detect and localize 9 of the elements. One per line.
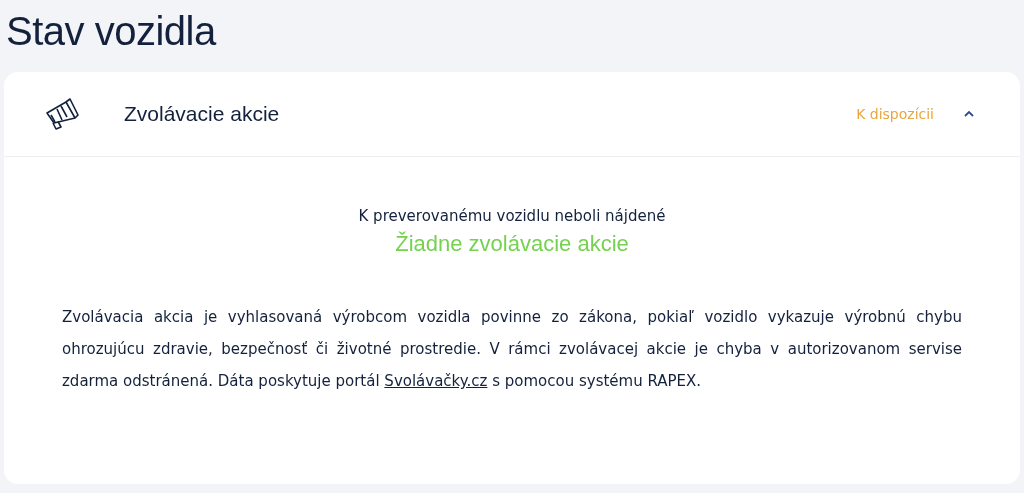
chevron-icon [964, 111, 974, 117]
section-title: Zvolávacie akcie [124, 102, 281, 126]
status-label: K dispozícii [856, 106, 934, 122]
source-link[interactable]: Svolávačky.cz [384, 372, 488, 390]
description-paragraph: Zvolávacia akcia je vyhlasovaná výrobcom vozidla povinne zo zákona, pokiaľ vozidlo vykazuje výrobnú chybu ohrozujúcu zdravie, bezpečnosť či životné prostredie. V rámci zvolávacej akcie je chyba v autorizovanom servise zdarma odstránená. Dáta poskytuje portál Svolávačky.cz s pomocou systému RAPEX. [62, 307, 962, 392]
page-title: Stav vozidla [6, 8, 218, 55]
result-intro: K preverovanému vozidlu neboli nájdené [357, 207, 667, 225]
result-text: Žiadne zvolávacie akcie [394, 231, 630, 257]
megaphone-icon [44, 97, 80, 131]
